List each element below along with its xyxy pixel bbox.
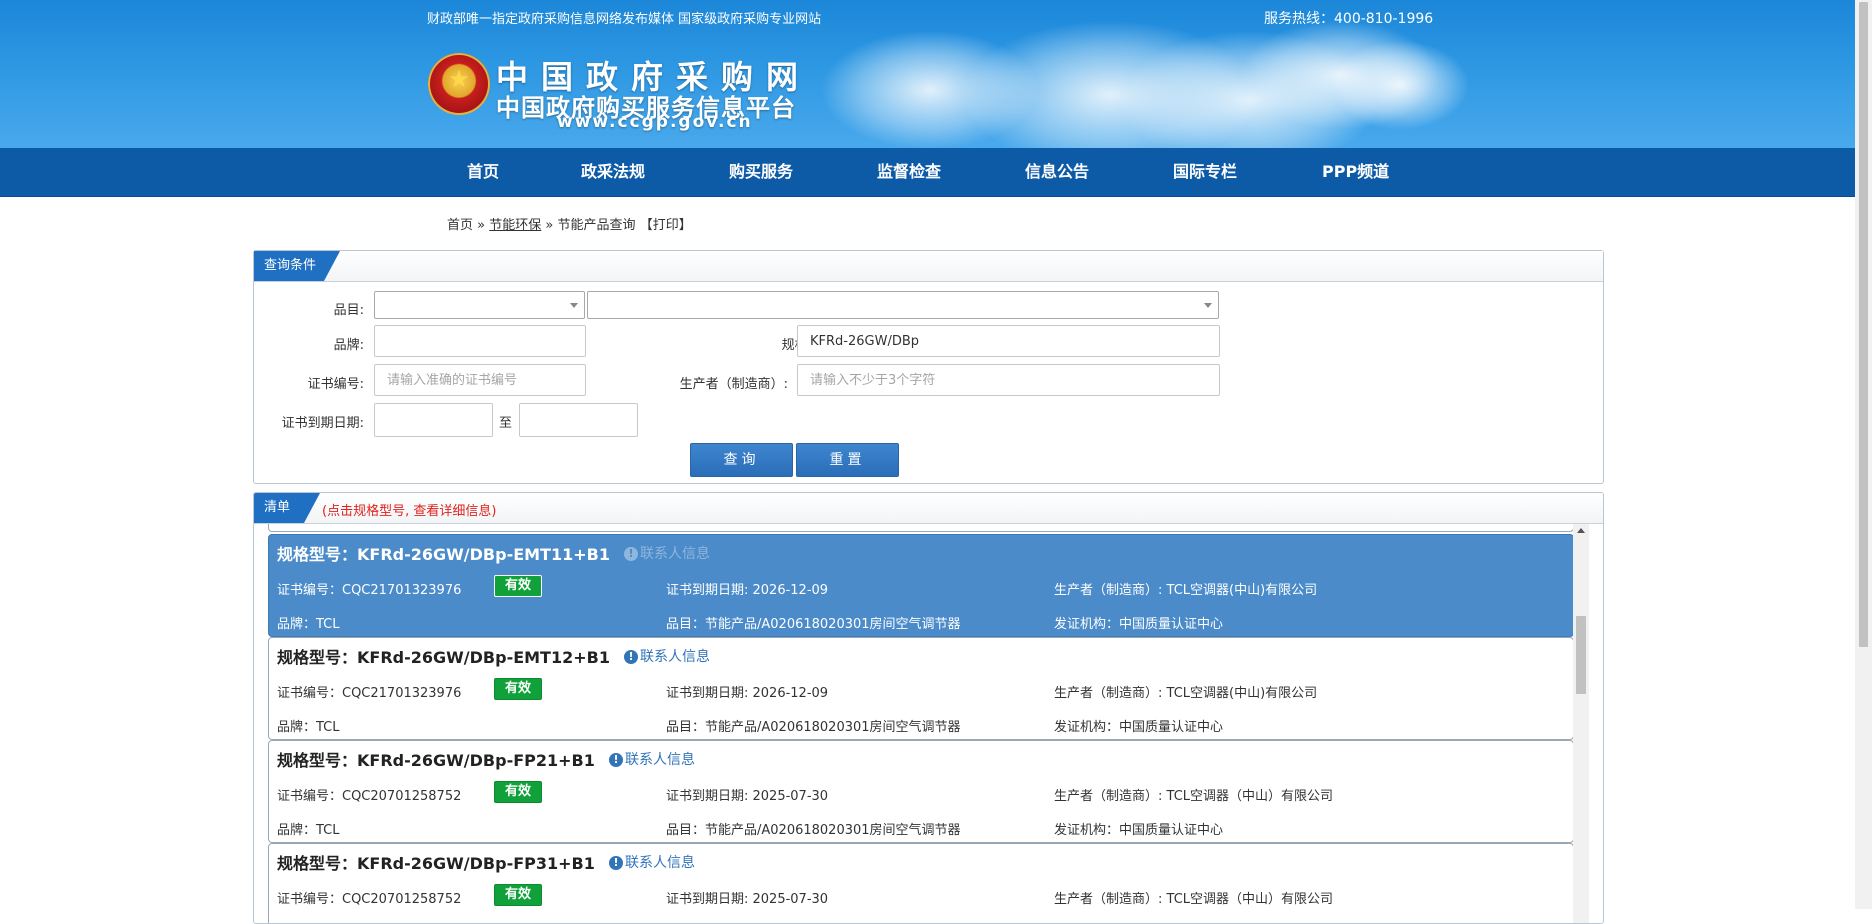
- chevron-down-icon: [1204, 303, 1212, 308]
- national-emblem-icon[interactable]: ★: [428, 53, 490, 115]
- cert-number: 证书编号：CQC21701323976: [277, 686, 462, 701]
- expiry-date: 证书到期日期: 2025-07-30: [666, 892, 829, 907]
- cert-input[interactable]: [374, 364, 586, 396]
- list-panel-tab: 清单: [254, 493, 320, 523]
- brand: 品牌：TCL: [277, 823, 340, 838]
- info-icon: !: [624, 650, 638, 664]
- list-item[interactable]: [268, 524, 1574, 532]
- category-select-secondary[interactable]: [587, 291, 1219, 319]
- manufacturer: 生产者（制造商）: TCL空调器（中山）有限公司: [1054, 789, 1334, 804]
- nav-item-ppp[interactable]: PPP频道: [1322, 148, 1389, 196]
- model-title-link[interactable]: 规格型号：KFRd-26GW/DBp-FP31+B1: [277, 850, 595, 874]
- page-scrollbar[interactable]: [1855, 0, 1872, 909]
- brand-input[interactable]: [374, 325, 586, 357]
- category: 品目：节能产品/A020618020301房间空气调节器: [666, 720, 961, 735]
- contact-info-link[interactable]: ! 联系人信息: [624, 543, 710, 563]
- contact-info-label: 联系人信息: [625, 855, 695, 871]
- contact-info-label: 联系人信息: [640, 649, 710, 665]
- breadcrumb-separator: »: [545, 218, 554, 233]
- list-scrollbar-thumb[interactable]: [1576, 616, 1586, 694]
- cert-label: 证书编号:: [307, 377, 364, 392]
- contact-info-link[interactable]: ! 联系人信息: [609, 852, 695, 872]
- status-badge: 有效: [494, 678, 542, 700]
- cert-number: 证书编号：CQC21701323976: [277, 583, 462, 598]
- issuing-body: 发证机构：中国质量认证中心: [1054, 617, 1224, 632]
- status-badge: 有效: [494, 575, 542, 597]
- main-nav: 首页 政采法规 购买服务 监督检查 信息公告 国际专栏 PPP频道: [0, 148, 1855, 197]
- breadcrumb-separator: »: [477, 218, 486, 233]
- category-label: 品目:: [333, 303, 364, 318]
- nav-item-international[interactable]: 国际专栏: [1173, 148, 1237, 196]
- nav-item-supervision[interactable]: 监督检查: [877, 148, 941, 196]
- issuing-body: 发证机构：中国质量认证中心: [1054, 823, 1224, 838]
- list-item[interactable]: 规格型号：KFRd-26GW/DBp-EMT12+B1 ! 联系人信息 证书编号：…: [268, 637, 1574, 740]
- cloud-decoration: [1330, 40, 1470, 130]
- status-badge: 有效: [494, 781, 542, 803]
- model-title-link[interactable]: 规格型号：KFRd-26GW/DBp-EMT12+B1: [277, 644, 610, 668]
- star-icon: ★: [448, 65, 470, 93]
- contact-info-label: 联系人信息: [640, 546, 710, 562]
- scroll-up-arrow-icon[interactable]: [1577, 528, 1585, 533]
- expiry-start-input[interactable]: [374, 403, 493, 437]
- expiry-end-input[interactable]: [519, 403, 638, 437]
- list-item[interactable]: 规格型号：KFRd-26GW/DBp-FP31+B1 ! 联系人信息 证书编号：C…: [268, 843, 1574, 923]
- reset-button[interactable]: 重置: [796, 443, 899, 477]
- expiry-label: 证书到期日期:: [281, 416, 364, 431]
- brand: 品牌：TCL: [277, 617, 340, 632]
- nav-item-home[interactable]: 首页: [467, 148, 499, 196]
- brand: 品牌：TCL: [277, 720, 340, 735]
- contact-info-label: 联系人信息: [625, 752, 695, 768]
- model-title-link[interactable]: 规格型号：KFRd-26GW/DBp-FP21+B1: [277, 747, 595, 771]
- status-badge: 有效: [494, 884, 542, 906]
- category-select-primary[interactable]: [374, 291, 585, 319]
- service-hotline: 服务热线：400-810-1996: [1264, 11, 1434, 27]
- search-button[interactable]: 查询: [690, 443, 793, 477]
- query-panel-tab: 查询条件: [254, 251, 340, 281]
- nav-item-regulations[interactable]: 政采法规: [581, 148, 645, 196]
- breadcrumb-current: 节能产品查询: [557, 218, 636, 233]
- list-scrollbar[interactable]: [1573, 524, 1589, 923]
- nav-item-announcements[interactable]: 信息公告: [1025, 148, 1089, 196]
- list-panel-header: 清单 (点击规格型号, 查看详细信息): [254, 493, 1603, 524]
- expiry-to-label: 至: [499, 416, 513, 431]
- contact-info-link[interactable]: ! 联系人信息: [624, 646, 710, 666]
- header-slogan: 财政部唯一指定政府采购信息网络发布媒体 国家级政府采购专业网站: [427, 12, 822, 27]
- print-link[interactable]: 【打印】: [640, 218, 692, 233]
- model-input[interactable]: [797, 325, 1220, 357]
- expiry-date: 证书到期日期: 2026-12-09: [666, 583, 829, 598]
- info-icon: !: [609, 753, 623, 767]
- site-header: 财政部唯一指定政府采购信息网络发布媒体 国家级政府采购专业网站 服务热线：400…: [0, 0, 1855, 148]
- info-icon: !: [609, 856, 623, 870]
- manufacturer: 生产者（制造商）: TCL空调器（中山）有限公司: [1054, 892, 1334, 907]
- cert-number: 证书编号：CQC20701258752: [277, 892, 462, 907]
- query-panel-header: 查询条件: [254, 251, 1603, 282]
- breadcrumb: 首页 » 节能环保 » 节能产品查询 【打印】: [447, 214, 692, 233]
- expiry-date: 证书到期日期: 2025-07-30: [666, 789, 829, 804]
- query-panel: 查询条件 品目: 品牌: 规格型号: 证书编号: 生产者（制造商）: 证书到期日…: [253, 250, 1604, 484]
- list-hint: (点击规格型号, 查看详细信息): [322, 504, 497, 519]
- result-list-panel: 清单 (点击规格型号, 查看详细信息) 规格型号：KFRd-26GW/DBp-E…: [253, 492, 1604, 924]
- list-item[interactable]: 规格型号：KFRd-26GW/DBp-EMT11+B1 ! 联系人信息 证书编号：…: [268, 534, 1574, 637]
- contact-info-link[interactable]: ! 联系人信息: [609, 749, 695, 769]
- breadcrumb-section[interactable]: 节能环保: [489, 218, 541, 233]
- issuing-body: 发证机构：中国质量认证中心: [1054, 720, 1224, 735]
- cert-number: 证书编号：CQC20701258752: [277, 789, 462, 804]
- category: 品目：节能产品/A020618020301房间空气调节器: [666, 617, 961, 632]
- manufacturer: 生产者（制造商）: TCL空调器(中山)有限公司: [1054, 583, 1318, 598]
- maker-label: 生产者（制造商）:: [679, 377, 788, 392]
- breadcrumb-home[interactable]: 首页: [447, 218, 473, 233]
- model-title-link[interactable]: 规格型号：KFRd-26GW/DBp-EMT11+B1: [277, 541, 610, 565]
- nav-item-purchase-services[interactable]: 购买服务: [729, 148, 793, 196]
- chevron-down-icon: [570, 303, 578, 308]
- maker-input[interactable]: [797, 364, 1220, 396]
- page-scrollbar-thumb[interactable]: [1859, 2, 1868, 647]
- manufacturer: 生产者（制造商）: TCL空调器(中山)有限公司: [1054, 686, 1318, 701]
- category: 品目：节能产品/A020618020301房间空气调节器: [666, 823, 961, 838]
- result-list[interactable]: 规格型号：KFRd-26GW/DBp-EMT11+B1 ! 联系人信息 证书编号：…: [254, 524, 1603, 923]
- logo-url[interactable]: www.ccgp.gov.cn: [557, 112, 753, 132]
- brand-label: 品牌:: [333, 338, 364, 353]
- expiry-date: 证书到期日期: 2026-12-09: [666, 686, 829, 701]
- list-item[interactable]: 规格型号：KFRd-26GW/DBp-FP21+B1 ! 联系人信息 证书编号：C…: [268, 740, 1574, 843]
- info-icon: !: [624, 547, 638, 561]
